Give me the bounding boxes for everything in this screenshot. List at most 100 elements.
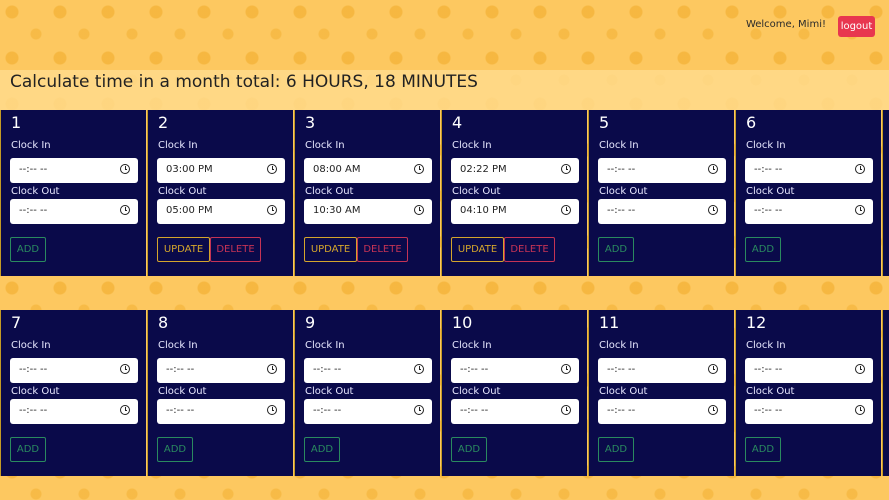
- clock-icon[interactable]: [120, 205, 130, 215]
- add-button[interactable]: ADD: [745, 237, 781, 262]
- clock-out-label: Clock Out: [452, 386, 501, 397]
- add-button[interactable]: ADD: [304, 437, 340, 462]
- day-number: 2: [158, 113, 169, 132]
- month-summary: Calculate time in a month total: 6 HOURS…: [0, 70, 889, 110]
- clock-icon[interactable]: [267, 405, 277, 415]
- clock-icon[interactable]: [708, 205, 718, 215]
- clock-in-value: --:-- --: [19, 364, 48, 375]
- clock-icon[interactable]: [267, 164, 277, 174]
- day-card: 6 Clock In --:-- -- Clock Out --:-- -- ADD: [735, 110, 881, 276]
- clock-in-value: --:-- --: [754, 364, 783, 375]
- update-button[interactable]: UPDATE: [157, 237, 210, 262]
- clock-out-field[interactable]: 05:00 PM: [157, 199, 285, 224]
- clock-out-field[interactable]: --:-- --: [598, 399, 726, 424]
- clock-out-value: 04:10 PM: [460, 205, 507, 216]
- clock-in-field[interactable]: 08:00 AM: [304, 158, 432, 183]
- clock-in-field[interactable]: --:-- --: [598, 358, 726, 383]
- clock-icon[interactable]: [561, 364, 571, 374]
- add-button[interactable]: ADD: [598, 437, 634, 462]
- clock-in-field[interactable]: --:-- --: [10, 358, 138, 383]
- clock-icon[interactable]: [708, 364, 718, 374]
- day-card: 8 Clock In --:-- -- Clock Out --:-- -- ADD: [147, 310, 293, 476]
- day-card: 1 Clock In --:-- -- Clock Out --:-- -- ADD: [0, 110, 146, 276]
- clock-out-value: --:-- --: [19, 205, 48, 216]
- clock-out-label: Clock Out: [305, 386, 354, 397]
- clock-icon[interactable]: [855, 205, 865, 215]
- clock-out-field[interactable]: 04:10 PM: [451, 199, 579, 224]
- clock-icon[interactable]: [120, 164, 130, 174]
- clock-out-field[interactable]: 10:30 AM: [304, 199, 432, 224]
- delete-button[interactable]: DELETE: [504, 237, 555, 262]
- logout-button[interactable]: logout: [838, 16, 875, 37]
- update-button[interactable]: UPDATE: [304, 237, 357, 262]
- clock-icon[interactable]: [120, 364, 130, 374]
- clock-in-field[interactable]: --:-- --: [10, 158, 138, 183]
- clock-out-field[interactable]: --:-- --: [745, 399, 873, 424]
- clock-in-field[interactable]: --:-- --: [598, 158, 726, 183]
- clock-icon[interactable]: [414, 364, 424, 374]
- clock-in-field[interactable]: --:-- --: [157, 358, 285, 383]
- clock-in-label: Clock In: [452, 340, 492, 351]
- clock-out-value: --:-- --: [607, 205, 636, 216]
- clock-out-value: --:-- --: [754, 405, 783, 416]
- clock-in-label: Clock In: [746, 140, 786, 151]
- clock-icon[interactable]: [561, 405, 571, 415]
- delete-button[interactable]: DELETE: [210, 237, 261, 262]
- clock-icon[interactable]: [414, 164, 424, 174]
- clock-in-value: 03:00 PM: [166, 164, 213, 175]
- day-grid-row-1: 1 Clock In --:-- -- Clock Out --:-- -- ADD 2 Cl…: [0, 110, 889, 276]
- add-button[interactable]: ADD: [745, 437, 781, 462]
- clock-out-field[interactable]: --:-- --: [598, 199, 726, 224]
- clock-icon[interactable]: [561, 164, 571, 174]
- clock-out-field[interactable]: --:-- --: [745, 199, 873, 224]
- clock-icon[interactable]: [414, 405, 424, 415]
- clock-out-value: --:-- --: [313, 405, 342, 416]
- clock-in-field[interactable]: --:-- --: [745, 358, 873, 383]
- clock-icon[interactable]: [120, 405, 130, 415]
- day-number: 6: [746, 113, 757, 132]
- add-button[interactable]: ADD: [451, 437, 487, 462]
- clock-out-label: Clock Out: [746, 186, 795, 197]
- clock-icon[interactable]: [855, 364, 865, 374]
- clock-out-field[interactable]: --:-- --: [10, 399, 138, 424]
- clock-out-field[interactable]: --:-- --: [304, 399, 432, 424]
- add-button[interactable]: ADD: [598, 237, 634, 262]
- clock-icon[interactable]: [708, 405, 718, 415]
- top-bar: Welcome, Mimi! logout: [0, 0, 889, 54]
- clock-out-field[interactable]: --:-- --: [451, 399, 579, 424]
- clock-in-label: Clock In: [305, 340, 345, 351]
- day-card: 9 Clock In --:-- -- Clock Out --:-- -- ADD: [294, 310, 440, 476]
- clock-out-field[interactable]: --:-- --: [157, 399, 285, 424]
- day-number: 4: [452, 113, 463, 132]
- clock-icon[interactable]: [561, 205, 571, 215]
- clock-icon[interactable]: [855, 164, 865, 174]
- delete-button[interactable]: DELETE: [357, 237, 408, 262]
- clock-icon[interactable]: [267, 364, 277, 374]
- clock-out-value: --:-- --: [19, 405, 48, 416]
- clock-out-label: Clock Out: [599, 186, 648, 197]
- add-button[interactable]: ADD: [10, 437, 46, 462]
- update-button[interactable]: UPDATE: [451, 237, 504, 262]
- clock-out-field[interactable]: --:-- --: [10, 199, 138, 224]
- clock-in-field[interactable]: 02:22 PM: [451, 158, 579, 183]
- clock-in-field[interactable]: --:-- --: [451, 358, 579, 383]
- clock-in-field[interactable]: --:-- --: [304, 358, 432, 383]
- day-card: 12 Clock In --:-- -- Clock Out --:-- -- ADD: [735, 310, 881, 476]
- clock-out-value: --:-- --: [460, 405, 489, 416]
- clock-icon[interactable]: [267, 205, 277, 215]
- clock-out-label: Clock Out: [305, 186, 354, 197]
- clock-in-field[interactable]: --:-- --: [745, 158, 873, 183]
- clock-in-value: 02:22 PM: [460, 164, 507, 175]
- clock-icon[interactable]: [708, 164, 718, 174]
- clock-icon[interactable]: [414, 205, 424, 215]
- clock-in-label: Clock In: [11, 340, 51, 351]
- welcome-text: Welcome, Mimi!: [745, 19, 826, 30]
- clock-out-label: Clock Out: [158, 386, 207, 397]
- clock-in-field[interactable]: 03:00 PM: [157, 158, 285, 183]
- add-button[interactable]: ADD: [10, 237, 46, 262]
- clock-in-value: --:-- --: [607, 364, 636, 375]
- day-number: 10: [452, 313, 473, 332]
- add-button[interactable]: ADD: [157, 437, 193, 462]
- clock-icon[interactable]: [855, 405, 865, 415]
- clock-out-label: Clock Out: [746, 386, 795, 397]
